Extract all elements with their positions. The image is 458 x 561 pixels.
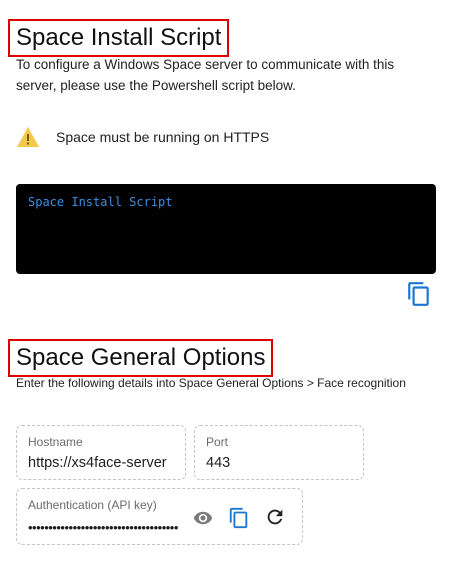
- https-warning: Space must be running on HTTPS: [16, 126, 269, 148]
- api-key-value[interactable]: ••••••••••••••••••••••••••••••••••••••••: [28, 520, 178, 535]
- warning-icon: [17, 127, 39, 147]
- hostname-label: Hostname: [28, 435, 83, 449]
- api-key-field[interactable]: Authentication (API key) •••••••••••••••…: [16, 488, 303, 545]
- hostname-field[interactable]: Hostname https://xs4face-server: [16, 425, 186, 480]
- general-options-description: Enter the following details into Space G…: [16, 376, 406, 390]
- warning-text: Space must be running on HTTPS: [56, 129, 270, 145]
- install-script-description: To configure a Windows Space server to c…: [16, 57, 395, 93]
- regenerate-api-key-button[interactable]: [264, 506, 286, 528]
- port-label: Port: [206, 435, 229, 449]
- install-script-title: Space Install Script: [8, 19, 230, 57]
- port-value[interactable]: 443: [206, 455, 352, 471]
- eye-icon: [193, 511, 213, 525]
- toggle-visibility-button[interactable]: [192, 508, 214, 528]
- refresh-icon: [267, 509, 283, 525]
- hostname-value[interactable]: https://xs4face-server: [28, 455, 174, 471]
- copy-icon: [229, 507, 248, 529]
- copy-script-button[interactable]: [406, 281, 432, 307]
- install-script-code-block: Space Install Script: [16, 184, 436, 274]
- page: Space Install Script To configure a Wind…: [0, 0, 458, 561]
- general-options-title: Space General Options: [8, 339, 274, 377]
- port-field[interactable]: Port 443: [194, 425, 364, 480]
- copy-api-key-button[interactable]: [228, 505, 250, 531]
- api-key-label: Authentication (API key): [28, 498, 157, 512]
- copy-icon: [408, 282, 429, 306]
- install-script-code: Space Install Script: [28, 195, 173, 209]
